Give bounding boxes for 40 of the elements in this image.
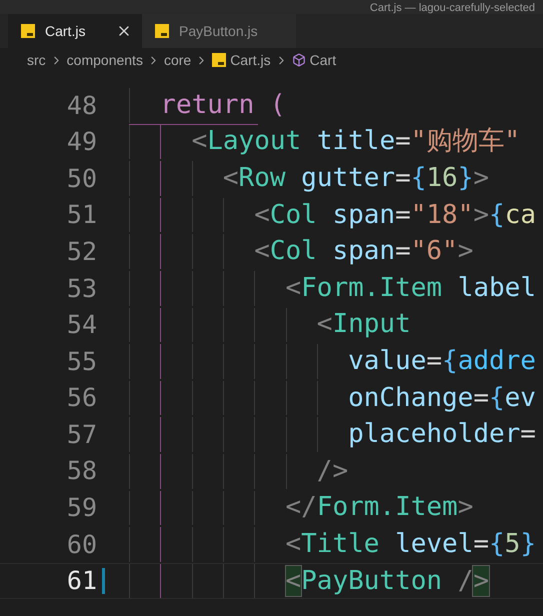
js-file-icon — [212, 53, 226, 67]
line-number: 58 — [66, 455, 97, 488]
code-line: <Input — [316, 308, 411, 342]
line-number: 55 — [66, 346, 97, 378]
line-number: 56 — [66, 382, 97, 414]
code-line: placeholder= — [348, 418, 536, 452]
breadcrumb-item[interactable]: core — [164, 50, 192, 70]
code-line: onChange={ev — [348, 382, 536, 415]
line-number: 57 — [66, 418, 97, 451]
editor-tab[interactable]: PayButton.js — [142, 14, 296, 48]
window-title: Cart.js — lagou-carefully-selected — [370, 2, 535, 14]
code-line: <Row gutter={16}> — [222, 162, 490, 195]
code-line: <Col span="18">{ca — [254, 198, 536, 232]
editor-tab[interactable]: Cart.js — [8, 14, 142, 48]
code-line: </Form.Item> — [286, 491, 474, 524]
js-file-icon — [155, 24, 169, 38]
code-line: value={addre — [348, 344, 536, 378]
code-line: <PayButton /> — [286, 564, 490, 598]
line-number: 48 — [66, 90, 97, 122]
line-number: 50 — [66, 162, 97, 195]
line-number: 53 — [66, 272, 97, 305]
code-line: <Form.Item label — [286, 272, 536, 305]
line-number: 60 — [66, 528, 97, 561]
cube-icon — [292, 53, 306, 67]
line-number: 59 — [66, 492, 97, 524]
breadcrumb-item[interactable]: src — [27, 50, 46, 70]
breadcrumb-item[interactable]: Cart.js — [230, 50, 271, 70]
line-number: 61 — [66, 565, 97, 598]
code-line: <Layout title="购物车" — [192, 125, 520, 158]
code-line: /> — [316, 454, 348, 488]
breadcrumb-item[interactable]: Cart — [310, 50, 336, 70]
js-file-icon — [21, 24, 35, 38]
code-line: <Title level={5} — [286, 528, 536, 561]
code-line: return ( — [160, 88, 286, 122]
line-number: 52 — [66, 236, 97, 268]
breadcrumb-item[interactable]: components — [66, 50, 143, 70]
line-number: 54 — [66, 309, 97, 342]
line-number: 51 — [66, 199, 97, 232]
code-line: <Col span="6"> — [254, 235, 474, 268]
line-number: 49 — [66, 126, 97, 158]
